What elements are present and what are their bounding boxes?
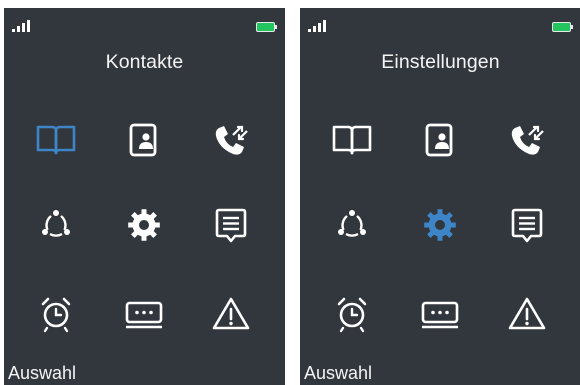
menu-item-connection[interactable] [26,197,86,253]
menu-item-warning[interactable] [497,286,557,342]
menu-item-contact-card[interactable] [114,112,174,168]
menu-item-connection[interactable] [322,197,382,253]
warning-icon [508,297,546,330]
signal-strength-icon [12,20,30,32]
messages-icon [511,208,543,243]
menu-item-messages[interactable] [201,197,261,253]
menu-grid [300,106,580,356]
menu-item-keyboard[interactable] [410,286,470,342]
status-bar [4,8,285,42]
battery-icon [552,22,573,32]
contact-card-icon [129,123,157,157]
phonebook-icon [332,125,372,155]
status-bar [300,8,580,42]
menu-item-warning[interactable] [201,286,261,342]
alarm-clock-icon [41,297,71,333]
menu-grid [4,106,285,356]
phone-screen-contacts: Kontakte Auswahl [4,8,285,385]
signal-strength-icon [308,20,326,32]
contact-card-icon [425,123,453,157]
menu-item-messages[interactable] [497,197,557,253]
keyboard-icon [421,301,459,329]
menu-item-call-log[interactable] [497,112,557,168]
menu-item-call-log[interactable] [201,112,261,168]
messages-icon [215,208,247,243]
menu-item-settings-gear[interactable] [114,197,174,253]
connection-icon [338,210,366,237]
phonebook-icon [36,125,76,155]
menu-item-phonebook[interactable] [322,112,382,168]
call-log-icon [511,125,544,155]
menu-item-settings-gear[interactable] [410,197,470,253]
alarm-clock-icon [337,297,367,333]
menu-item-keyboard[interactable] [114,286,174,342]
menu-item-phonebook[interactable] [26,112,86,168]
softkey-select[interactable]: Auswahl [8,363,76,384]
menu-item-alarm-clock[interactable] [322,286,382,342]
settings-gear-icon [424,209,456,241]
keyboard-icon [125,301,163,329]
connection-icon [42,210,70,237]
warning-icon [212,297,250,330]
softkey-select[interactable]: Auswahl [304,363,372,384]
battery-icon [256,22,277,32]
screen-title: Kontakte [105,51,184,73]
settings-gear-icon [128,209,160,241]
menu-item-alarm-clock[interactable] [26,286,86,342]
phone-screen-settings: Einstellungen Auswahl [300,8,580,385]
screen-title: Einstellungen [381,51,500,73]
call-log-icon [215,125,248,155]
menu-item-contact-card[interactable] [410,112,470,168]
